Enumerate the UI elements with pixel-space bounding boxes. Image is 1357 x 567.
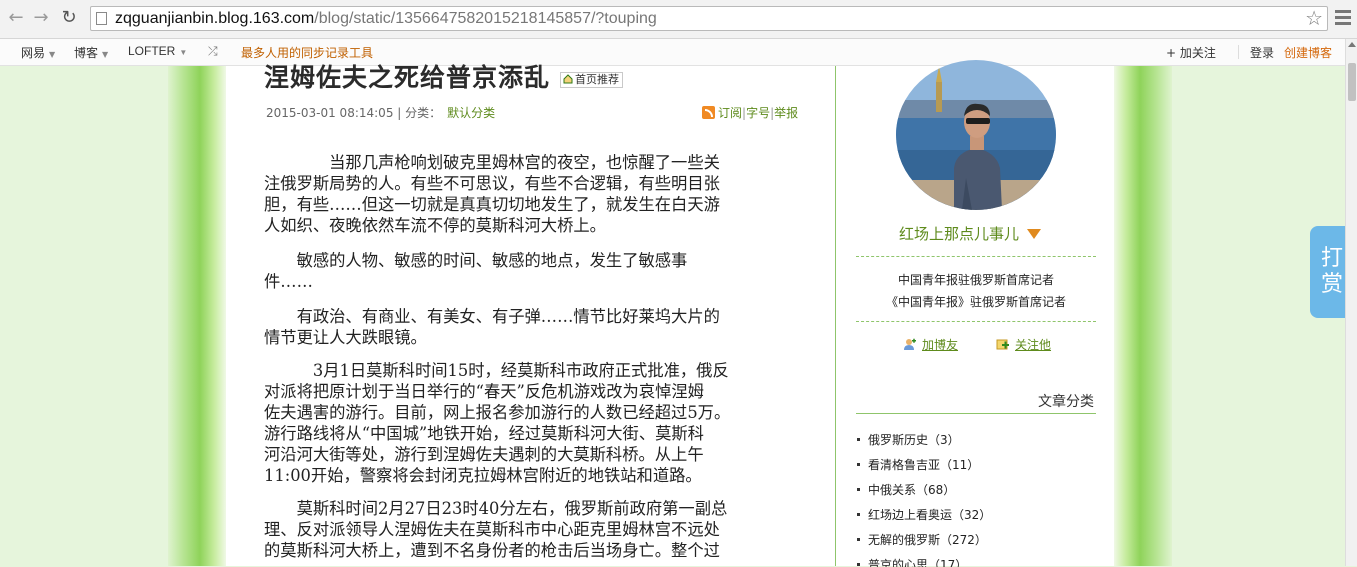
reload-icon[interactable]: ↻ [59, 8, 79, 28]
login-link[interactable]: 登录 [1250, 44, 1274, 61]
hamburger-menu-icon[interactable] [1335, 8, 1351, 28]
left-decor-stripe [168, 66, 226, 566]
address-bar[interactable]: zqguanjianbin.blog.163.com/blog/static/1… [90, 6, 1328, 31]
list-item[interactable]: 红场边上看奥运（32） [857, 507, 991, 532]
bullet-icon [857, 513, 860, 516]
paragraph: 有政治、有商业、有美女、有子弹……情节比好莱坞大片的 情节更让人大跌眼镜。 [264, 307, 720, 347]
post-date: 2015-03-01 08:14:05 [266, 106, 394, 120]
avatar[interactable] [896, 60, 1056, 210]
shuffle-icon: ⤮ [208, 44, 218, 58]
page-icon [96, 12, 107, 25]
back-arrow-icon[interactable]: ← [6, 8, 26, 28]
category-section-title: 文章分类 [1038, 394, 1094, 410]
list-item[interactable]: 看清格鲁吉亚（11） [857, 457, 991, 482]
article-meta: 2015-03-01 08:14:05 | 分类： 默认分类 [266, 106, 496, 120]
category-list: 俄罗斯历史（3） 看清格鲁吉亚（11） 中俄关系（68） 红场边上看奥运（32）… [857, 432, 991, 567]
paragraph: 3月1日莫斯科时间15时，经莫斯科市政府正式批准，俄反 对派将把原计划于当日举行的… [264, 361, 731, 485]
category-link[interactable]: 默认分类 [447, 106, 495, 120]
divider [856, 256, 1096, 257]
bio-line: 《中国青年报》驻俄罗斯首席记者 [885, 295, 1066, 309]
divider [856, 413, 1096, 414]
bullet-icon [857, 463, 860, 466]
bio-line: 中国青年报驻俄罗斯首席记者 [897, 273, 1054, 287]
forward-arrow-icon[interactable]: → [31, 8, 51, 28]
bullet-icon [857, 488, 860, 491]
browser-toolbar: ← → ↻ zqguanjianbin.blog.163.com/blog/st… [0, 0, 1357, 39]
bookmark-star-icon[interactable]: ☆ [1305, 7, 1323, 30]
list-item[interactable]: 俄罗斯历史（3） [857, 432, 991, 457]
netease-top-bar: 网易 ▼ 博客 ▼ LOFTER ▼ ⤮ 最多人用的同步记录工具 + 加关注 登录 创… [0, 39, 1345, 66]
paragraph: 莫斯科时间2月27日23时40分左右，俄罗斯前政府第一副总 理、反对派领导人涅姆佐… [264, 499, 728, 560]
paragraph: 敏感的人物、敏感的时间、敏感的地点，发生了敏感事 件…… [264, 251, 688, 291]
subscribe-link[interactable]: 订阅 [718, 106, 742, 120]
list-item[interactable]: 无解的俄罗斯（272） [857, 532, 991, 557]
topbar-wangyi[interactable]: 网易 ▼ [21, 44, 55, 61]
rss-icon [702, 106, 715, 119]
scroll-thumb[interactable] [1348, 63, 1356, 101]
url-text: zqguanjianbin.blog.163.com/blog/static/1… [115, 10, 657, 27]
follow-button[interactable]: + 加关注 [1166, 44, 1216, 61]
category-label: 分类： [405, 106, 442, 120]
dropdown-icon [1027, 229, 1042, 239]
create-blog-link[interactable]: 创建博客 [1284, 44, 1332, 61]
article-title: 涅姆佐夫之死给普京添乱 [264, 63, 551, 92]
list-item[interactable]: 中俄关系（68） [857, 482, 991, 507]
page-scrollbar[interactable] [1345, 39, 1357, 566]
follow-him-button[interactable]: 关注他 [996, 336, 1051, 353]
column-divider [835, 66, 836, 566]
right-decor-stripe [1114, 66, 1172, 566]
divider [856, 321, 1096, 322]
topbar-boke[interactable]: 博客 ▼ [74, 44, 108, 61]
add-friend-button[interactable]: 加博友 [903, 336, 958, 353]
add-user-icon [904, 338, 916, 350]
caret-down-icon: ▼ [179, 48, 188, 57]
blog-name-link[interactable]: 红场上那点儿事儿 [899, 223, 1042, 244]
caret-down-icon: ▼ [49, 50, 56, 59]
divider [1238, 45, 1239, 59]
bullet-icon [857, 538, 860, 541]
bullet-icon [857, 438, 860, 441]
article-actions: 订阅|字号|举报 [702, 104, 798, 121]
paragraph: 当那几声枪响划破克里姆林宫的夜空，也惊醒了一些关 注俄罗斯局势的人。有些不可思议，… [264, 153, 720, 235]
home-icon [563, 74, 573, 84]
homepage-recommend-badge[interactable]: 首页推荐 [560, 72, 623, 88]
caret-down-icon: ▼ [102, 50, 109, 59]
follow-icon [996, 339, 1009, 350]
font-size-link[interactable]: 字号 [746, 106, 770, 120]
topbar-lofter[interactable]: LOFTER ▼ [128, 44, 187, 58]
report-link[interactable]: 举报 [774, 106, 798, 120]
scroll-up-icon[interactable] [1348, 42, 1356, 47]
